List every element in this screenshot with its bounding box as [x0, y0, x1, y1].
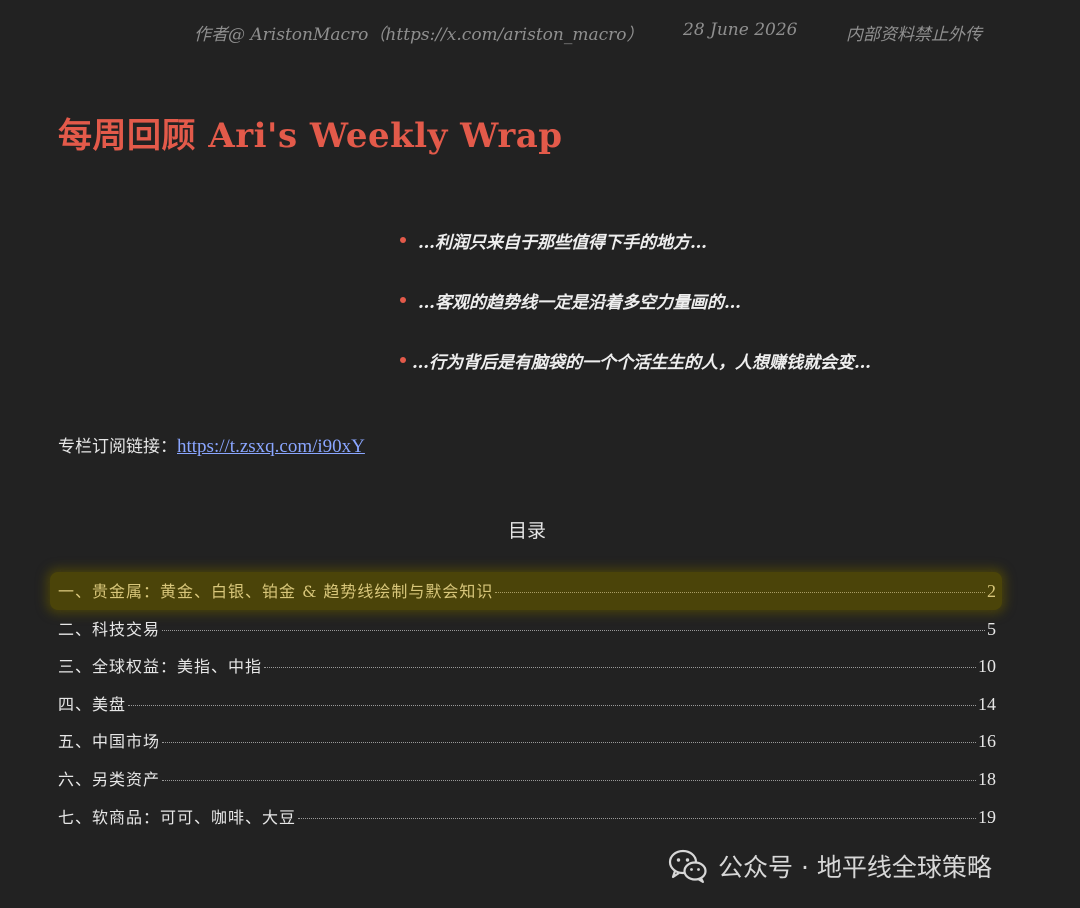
toc-item-page: 5 — [987, 618, 996, 639]
toc-item-alternative-assets[interactable]: 六、另类资产 18 — [58, 763, 996, 801]
toc-item-title: 三、全球权益：美指、中指 — [58, 657, 263, 677]
quote-text: …利润只来自于那些值得下手的地方… — [418, 233, 707, 253]
toc-item-us-market[interactable]: 四、美盘 14 — [58, 688, 996, 726]
toc-leader-dots — [162, 629, 985, 631]
toc-item-title: 五、中国市场 — [58, 732, 161, 752]
toc-heading: 目录 — [507, 520, 546, 542]
table-of-contents: 一、贵金属：黄金、白银、铂金 & 趋势线绘制与默会知识 2 二、科技交易 5 三… — [58, 575, 996, 838]
page-header: 作者@ AristonMacro（https://x.com/ariston_m… — [0, 20, 1080, 45]
quote-item: …利润只来自于那些值得下手的地方… — [400, 228, 1040, 288]
toc-leader-dots — [162, 779, 976, 781]
toc-leader-dots — [128, 704, 976, 706]
subscribe-link[interactable]: https://t.zsxq.com/i90xY — [177, 436, 365, 457]
bullet-icon — [400, 297, 406, 303]
toc-leader-dots — [298, 817, 976, 819]
bullet-icon — [400, 357, 406, 363]
header-author: 作者@ AristonMacro（https://x.com/ariston_m… — [194, 25, 644, 45]
wechat-icon — [668, 849, 707, 883]
quote-item: …行为背后是有脑袋的一个个活生生的人，人想赚钱就会变… — [400, 348, 1040, 408]
header-confidential-notice: 内部资料禁止外传 — [846, 25, 982, 45]
toc-item-title: 六、另类资产 — [58, 769, 161, 789]
toc-item-precious-metals[interactable]: 一、贵金属：黄金、白银、铂金 & 趋势线绘制与默会知识 2 — [58, 575, 996, 613]
toc-item-soft-commodities[interactable]: 七、软商品：可可、咖啡、大豆 19 — [58, 801, 996, 839]
toc-item-tech-trading[interactable]: 二、科技交易 5 — [58, 613, 996, 651]
page-title: 每周回顾 Ari's Weekly Wrap — [58, 116, 563, 156]
toc-item-page: 2 — [987, 581, 996, 601]
subscribe-line: 专栏订阅链接：https://t.zsxq.com/i90xY — [58, 432, 365, 458]
toc-item-title: 四、美盘 — [58, 694, 127, 714]
toc-item-title: 一、贵金属：黄金、白银、铂金 & 趋势线绘制与默会知识 — [58, 582, 494, 601]
toc-item-page: 10 — [978, 656, 996, 677]
toc-leader-dots — [495, 592, 985, 593]
wechat-watermark: 公众号 · 地平线全球策略 — [668, 846, 992, 886]
toc-item-page: 14 — [978, 693, 996, 714]
toc-item-page: 18 — [978, 768, 996, 789]
toc-item-title: 七、软商品：可可、咖啡、大豆 — [58, 807, 297, 827]
header-date: 28 June 2026 — [683, 20, 798, 40]
subscribe-label: 专栏订阅链接： — [58, 437, 177, 457]
toc-item-page: 16 — [978, 731, 996, 752]
toc-leader-dots — [162, 742, 976, 744]
toc-item-global-equity[interactable]: 三、全球权益：美指、中指 10 — [58, 650, 996, 688]
toc-item-china-market[interactable]: 五、中国市场 16 — [58, 725, 996, 763]
toc-item-page: 19 — [978, 806, 996, 827]
bullet-icon — [400, 237, 406, 243]
toc-leader-dots — [264, 667, 976, 669]
watermark-text: 公众号 · 地平线全球策略 — [718, 853, 992, 882]
toc-item-title: 二、科技交易 — [58, 619, 161, 639]
quote-item: …客观的趋势线一定是沿着多空力量画的… — [400, 288, 1040, 348]
quote-text: …客观的趋势线一定是沿着多空力量画的… — [418, 293, 741, 313]
quote-text: …行为背后是有脑袋的一个个活生生的人，人想赚钱就会变… — [412, 353, 871, 373]
quote-list: …利润只来自于那些值得下手的地方… …客观的趋势线一定是沿着多空力量画的… …行… — [400, 228, 1040, 408]
